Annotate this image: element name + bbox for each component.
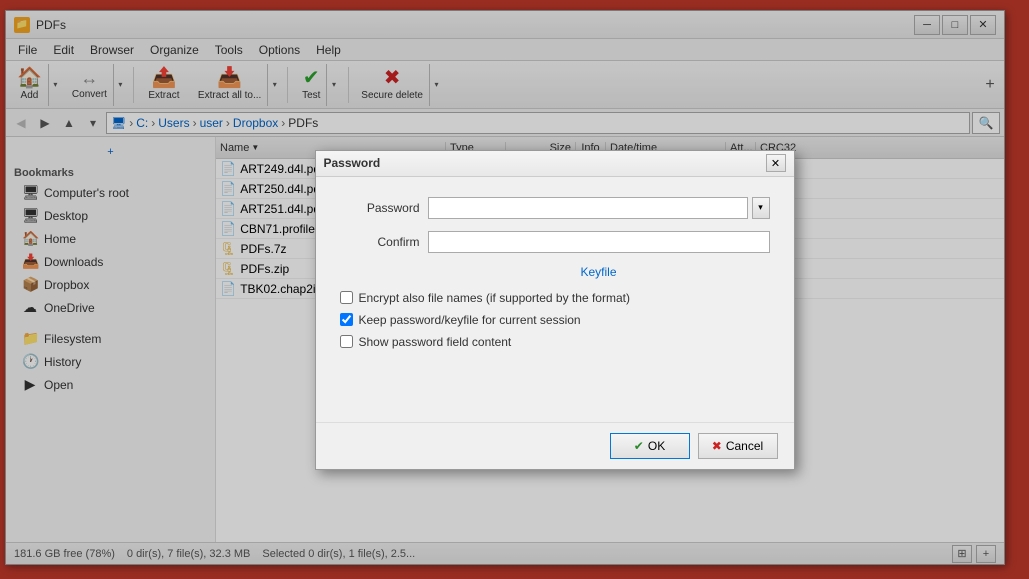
password-dropdown-button[interactable]: ▾ [752, 197, 770, 219]
dialog-footer: ✔ OK ✖ Cancel [316, 422, 794, 469]
show-content-checkbox[interactable] [340, 335, 353, 348]
confirm-input[interactable] [428, 231, 770, 253]
password-label: Password [340, 201, 420, 215]
keep-password-row: Keep password/keyfile for current sessio… [340, 313, 770, 327]
confirm-input-wrapper [428, 231, 770, 253]
dialog-body: Password ▾ Confirm Keyfile Encryp [316, 177, 794, 422]
password-input-wrapper: ▾ [428, 197, 770, 219]
ok-icon: ✔ [634, 439, 644, 453]
show-content-row: Show password field content [340, 335, 770, 349]
dialog-title-bar: Password ✕ [316, 151, 794, 177]
dialog-title: Password [324, 156, 766, 170]
encrypt-names-row: Encrypt also file names (if supported by… [340, 291, 770, 305]
confirm-label: Confirm [340, 235, 420, 249]
dialog-close-button[interactable]: ✕ [766, 154, 786, 172]
cancel-label: Cancel [726, 439, 763, 453]
keyfile-link[interactable]: Keyfile [428, 265, 770, 279]
keep-password-checkbox[interactable] [340, 313, 353, 326]
dialog-overlay: Password ✕ Password ▾ Confirm [0, 0, 1029, 579]
cancel-icon: ✖ [712, 439, 722, 453]
encrypt-names-label[interactable]: Encrypt also file names (if supported by… [359, 291, 630, 305]
ok-button[interactable]: ✔ OK [610, 433, 690, 459]
confirm-row: Confirm [340, 231, 770, 253]
show-content-label[interactable]: Show password field content [359, 335, 512, 349]
keep-password-label[interactable]: Keep password/keyfile for current sessio… [359, 313, 581, 327]
encrypt-names-checkbox[interactable] [340, 291, 353, 304]
password-input[interactable] [428, 197, 748, 219]
password-row: Password ▾ [340, 197, 770, 219]
ok-label: OK [648, 439, 665, 453]
password-dialog: Password ✕ Password ▾ Confirm [315, 150, 795, 470]
cancel-button[interactable]: ✖ Cancel [698, 433, 778, 459]
